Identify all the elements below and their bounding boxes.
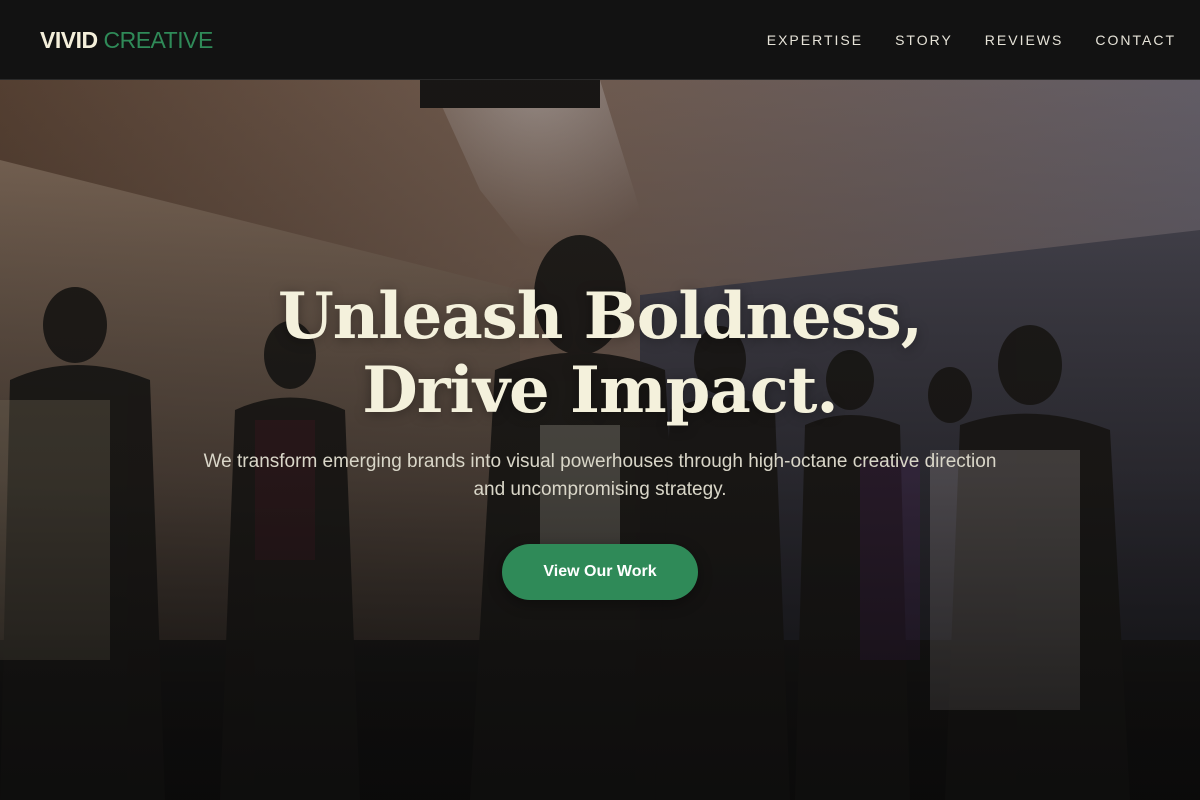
hero-content: Unleash Boldness, Drive Impact. We trans… — [0, 280, 1200, 600]
brand-name-secondary: CREATIVE — [103, 27, 213, 53]
hero-headline: Unleash Boldness, Drive Impact. — [0, 280, 1200, 428]
brand-name-primary: VIVID — [40, 27, 98, 53]
hero-headline-line-1: Unleash Boldness, — [277, 279, 923, 354]
hero-section: Unleash Boldness, Drive Impact. We trans… — [0, 80, 1200, 800]
hero-subtext: We transform emerging brands into visual… — [203, 451, 997, 500]
nav-link-contact[interactable]: CONTACT — [1095, 32, 1176, 48]
view-our-work-button[interactable]: View Our Work — [502, 544, 698, 600]
brand-logo[interactable]: VIVID CREATIVE — [40, 25, 213, 55]
nav-link-story[interactable]: STORY — [895, 32, 953, 48]
nav-link-expertise[interactable]: EXPERTISE — [767, 32, 863, 48]
main-nav: EXPERTISE STORY REVIEWS CONTACT — [767, 0, 1176, 80]
top-navigation-bar: VIVID CREATIVE EXPERTISE STORY REVIEWS C… — [0, 0, 1200, 80]
nav-link-reviews[interactable]: REVIEWS — [985, 32, 1064, 48]
hero-headline-line-2: Drive Impact. — [362, 353, 838, 428]
